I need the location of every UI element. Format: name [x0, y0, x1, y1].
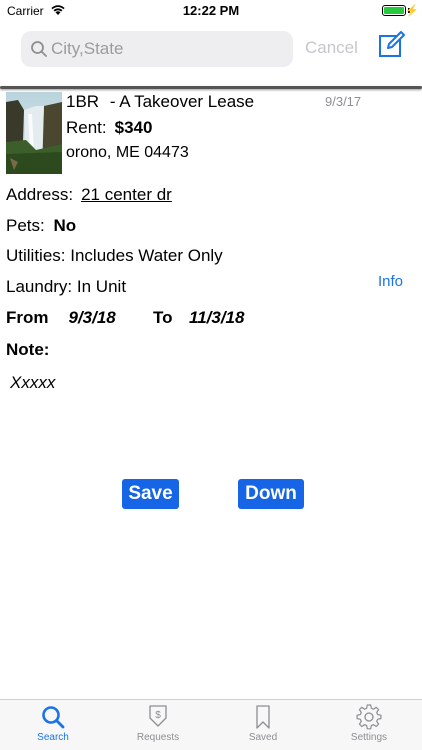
utilities-label: Utilities: — [6, 246, 66, 265]
save-button[interactable]: Save — [122, 479, 179, 509]
from-date: 9/3/18 — [68, 308, 116, 327]
bookmark-icon — [256, 705, 270, 729]
pets-row: Pets: No — [6, 216, 76, 236]
listing-title-text: - A Takeover Lease — [109, 92, 255, 111]
charging-icon: ⚡ — [405, 5, 419, 17]
rent-row: Rent: $340 — [66, 118, 152, 138]
address-link[interactable]: 21 center dr — [81, 185, 172, 204]
down-button[interactable]: Down — [238, 479, 304, 509]
pets-label: Pets: — [6, 216, 45, 235]
tab-label-requests: Requests — [136, 732, 180, 743]
status-bar: Carrier 12:22 PM ⚡ — [0, 0, 422, 22]
tab-settings[interactable]: Settings — [329, 704, 409, 743]
tab-bar: Search $ Requests Saved Settings — [0, 699, 422, 750]
tab-label-settings: Settings — [350, 732, 388, 743]
svg-text:$: $ — [155, 710, 161, 721]
laundry-value: In Unit — [76, 277, 127, 296]
note-label: Note: — [6, 340, 50, 359]
search-input[interactable] — [51, 31, 287, 67]
compose-icon[interactable] — [378, 30, 406, 58]
listing-location: orono, ME 04473 — [66, 144, 189, 161]
beds-label: 1BR — [66, 92, 100, 111]
tab-saved[interactable]: Saved — [223, 704, 303, 743]
listing-title: 1BR - A Takeover Lease — [66, 92, 254, 112]
tab-requests[interactable]: $ Requests — [118, 704, 198, 743]
tab-label-saved: Saved — [248, 732, 278, 743]
rent-label: Rent: — [66, 118, 107, 137]
tab-label-search: Search — [37, 732, 69, 743]
info-link[interactable]: Info — [378, 273, 403, 290]
laundry-row: Laundry: In Unit — [6, 277, 126, 297]
from-label: From — [6, 308, 49, 327]
cancel-button[interactable]: Cancel — [305, 38, 358, 58]
tab-search[interactable]: Search — [13, 704, 93, 743]
search-icon — [31, 41, 47, 57]
laundry-label: Laundry: — [6, 277, 73, 296]
search-header: Cancel — [0, 22, 422, 84]
to-label: To — [153, 308, 173, 327]
to-date: 11/3/18 — [189, 308, 245, 327]
utilities-row: Utilities: Includes Water Only — [6, 246, 223, 266]
search-box[interactable] — [21, 31, 293, 67]
clock-time: 12:22 PM — [182, 3, 240, 18]
search-icon — [42, 706, 65, 729]
address-row: Address: 21 center dr — [6, 185, 172, 205]
requests-icon: $ — [149, 705, 167, 727]
from-row: From 9/3/18 — [6, 308, 116, 328]
rent-value: $340 — [114, 118, 153, 137]
note-text: Xxxxx — [10, 373, 56, 392]
utilities-value: Includes Water Only — [70, 246, 223, 265]
gear-icon — [356, 704, 382, 730]
battery-icon — [382, 5, 406, 16]
pets-value: No — [53, 216, 77, 235]
listing-date: 9/3/17 — [325, 94, 362, 109]
listing-photo[interactable] — [6, 92, 62, 174]
header-divider — [0, 86, 422, 89]
address-label: Address: — [6, 185, 74, 204]
